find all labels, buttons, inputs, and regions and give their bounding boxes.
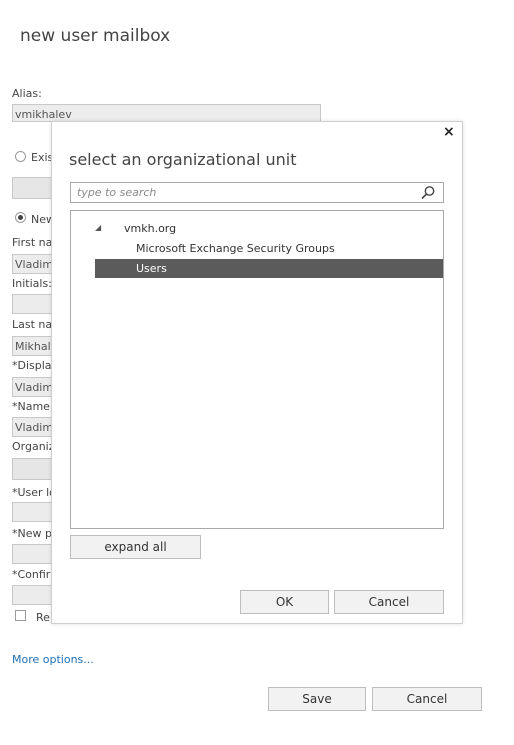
confirm-password-label: *Confir: [12, 568, 51, 581]
initials-label: Initials:: [12, 277, 52, 290]
org-unit-label: Organiz: [12, 440, 55, 453]
existing-user-radio[interactable]: [15, 151, 26, 162]
new-password-field[interactable]: [12, 544, 52, 564]
alias-field[interactable]: vmikhalev: [12, 104, 321, 122]
tree-node-exchange-groups[interactable]: Microsoft Exchange Security Groups: [136, 242, 335, 255]
collapse-triangle-icon[interactable]: ◢: [95, 223, 101, 232]
ok-button[interactable]: OK: [240, 590, 329, 614]
require-change-checkbox[interactable]: [15, 610, 26, 621]
page-title: new user mailbox: [20, 26, 171, 46]
search-input[interactable]: [77, 185, 407, 199]
cancel-button[interactable]: Cancel: [372, 687, 482, 711]
select-ou-dialog: × select an organizational unit ◢ vmkh.o…: [51, 121, 463, 624]
initials-field[interactable]: [12, 294, 52, 314]
search-icon[interactable]: [420, 185, 436, 200]
confirm-password-field[interactable]: [12, 585, 52, 605]
existing-user-field[interactable]: [12, 177, 52, 199]
dialog-cancel-button[interactable]: Cancel: [334, 590, 444, 614]
save-button[interactable]: Save: [268, 687, 366, 711]
close-icon[interactable]: ×: [443, 124, 455, 140]
search-box: [70, 182, 444, 203]
tree-node-root[interactable]: vmkh.org: [124, 222, 176, 235]
alias-label: Alias:: [12, 87, 42, 100]
new-password-label: *New p: [12, 527, 52, 540]
existing-user-label: Exis: [31, 151, 54, 164]
tree-node-users-label: Users: [136, 262, 167, 275]
expand-all-button[interactable]: expand all: [70, 535, 201, 559]
display-name-field[interactable]: Vladim: [12, 377, 52, 397]
user-logon-label: *User lo: [12, 486, 56, 499]
dialog-title: select an organizational unit: [69, 150, 297, 169]
first-name-label: First na: [12, 236, 53, 249]
last-name-label: Last nal: [12, 318, 56, 331]
more-options-link[interactable]: More options...: [12, 653, 94, 666]
first-name-field[interactable]: Vladim: [12, 254, 52, 274]
name-field[interactable]: Vladim: [12, 417, 52, 437]
ou-tree: ◢ vmkh.org Microsoft Exchange Security G…: [70, 210, 444, 529]
require-change-label: Re: [36, 611, 50, 624]
new-user-radio[interactable]: [15, 212, 26, 223]
org-unit-field[interactable]: [12, 458, 52, 480]
name-label: *Name:: [12, 400, 54, 413]
tree-node-users-selected[interactable]: Users: [95, 259, 443, 278]
last-name-field[interactable]: Mikhal: [12, 336, 52, 356]
user-logon-field[interactable]: [12, 502, 52, 522]
